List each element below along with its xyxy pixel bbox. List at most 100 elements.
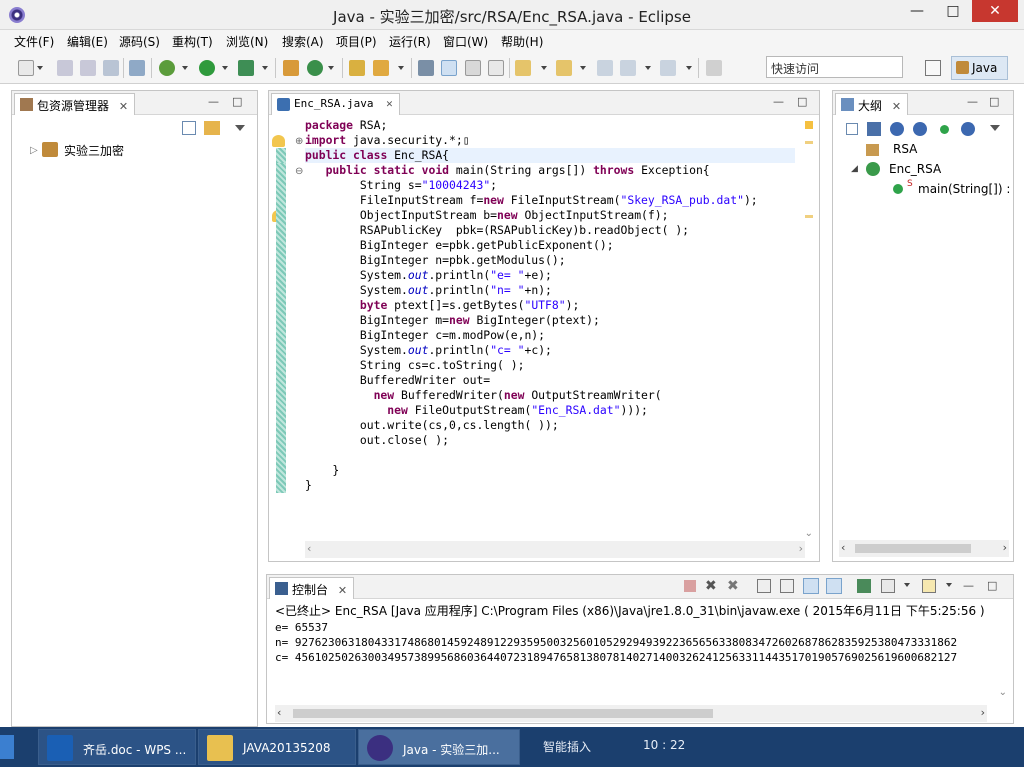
remove-launch-icon[interactable]: ✖ [705,578,717,594]
outline-class[interactable]: Enc_RSA [889,162,941,176]
last-edit-icon[interactable] [597,60,613,76]
start-button[interactable] [0,735,14,759]
taskbar-item-eclipse[interactable]: Java - 实验三加... [358,729,520,765]
terminate-icon[interactable] [684,580,696,592]
chevron-down-icon[interactable] [946,583,952,587]
code-line[interactable]: public static void main(String args[]) t… [305,163,795,178]
print-icon[interactable] [103,60,119,76]
hide-non-public-icon[interactable] [940,125,949,134]
collapse-all-icon[interactable] [846,123,858,135]
menu-navigate[interactable]: 浏览(N) [226,33,268,50]
menu-refactor[interactable]: 重构(T) [172,33,213,50]
next-annotation-icon[interactable] [515,60,531,76]
taskbar-item-folder[interactable]: JAVA20135208 [198,729,356,765]
fold-expand-icon[interactable]: ⊕ [295,136,303,147]
scroll-lock-icon[interactable] [780,579,794,593]
maximize-button[interactable]: □ [936,0,970,22]
code-line[interactable]: FileInputStream f=new FileInputStream("S… [305,193,795,208]
pin-editor-icon[interactable] [706,60,722,76]
back-icon[interactable] [620,60,636,76]
code-line[interactable]: String s="10004243"; [305,178,795,193]
hide-fields-icon[interactable] [890,122,904,136]
toggle-mark-occurrences-icon[interactable] [418,60,434,76]
clear-console-icon[interactable] [757,579,771,593]
code-line[interactable]: System.out.println("n= "+n); [305,283,795,298]
code-line[interactable]: import java.security.*;▯ [305,133,795,148]
hide-local-types-icon[interactable] [961,122,975,136]
code-line[interactable]: } [305,463,795,478]
display-console-icon[interactable] [881,579,895,593]
code-line[interactable]: } [305,478,795,493]
maximize-view-button[interactable]: □ [797,95,807,108]
editor-horizontal-scrollbar[interactable]: ‹ › [305,541,805,558]
sort-icon[interactable] [867,122,881,136]
warning-icon[interactable] [272,135,285,147]
new-java-package-icon[interactable] [283,60,299,76]
code-line[interactable]: BufferedWriter out= [305,373,795,388]
code-area[interactable]: package RSA; import java.security.*;▯ publ… [305,118,795,533]
code-line[interactable]: System.out.println("e= "+e); [305,268,795,283]
code-line[interactable]: ObjectInputStream b=new ObjectInputStrea… [305,208,795,223]
expand-arrow-icon[interactable]: ◢ [851,164,858,174]
show-stdout-icon[interactable] [803,578,819,594]
save-icon[interactable] [57,60,73,76]
menu-file[interactable]: 文件(F) [14,33,54,50]
code-line[interactable]: package RSA; [305,118,795,133]
minimize-view-button[interactable]: — [773,95,784,108]
block-selection-icon[interactable] [465,60,481,76]
menu-run[interactable]: 运行(R) [389,33,431,50]
tab-package-explorer[interactable]: 包资源管理器 ✕ [14,93,136,115]
code-line[interactable]: BigInteger c=m.modPow(e,n); [305,328,795,343]
tab-enc-rsa-java[interactable]: Enc_RSA.java ✕ [271,93,400,115]
tab-console[interactable]: 控制台 ✕ [269,577,355,599]
menu-help[interactable]: 帮助(H) [501,33,543,50]
run-icon[interactable] [199,60,215,76]
warning-overview-marker[interactable] [805,121,813,129]
code-line[interactable]: public class Enc_RSA{ [305,148,795,163]
code-line[interactable]: RSAPublicKey pbk=(RSAPublicKey)b.readObj… [305,223,795,238]
scroll-down-arrow-icon[interactable]: ⌄ [805,528,813,539]
menu-edit[interactable]: 编辑(E) [67,33,108,50]
code-line[interactable]: BigInteger n=pbk.getModulus(); [305,253,795,268]
close-icon[interactable]: ✕ [386,97,393,110]
code-line[interactable]: out.write(cs,0,cs.length( )); [305,418,795,433]
chevron-down-icon[interactable] [37,66,43,70]
code-line[interactable]: BigInteger m=new BigInteger(ptext); [305,313,795,328]
chevron-down-icon[interactable] [398,66,404,70]
chevron-down-icon[interactable] [580,66,586,70]
forward-icon[interactable] [660,60,676,76]
menu-window[interactable]: 窗口(W) [443,33,488,50]
outline-horizontal-scrollbar[interactable]: ‹ › [839,540,1009,557]
maximize-view-button[interactable]: □ [987,579,997,592]
run-external-tools-icon[interactable] [238,60,254,76]
minimize-view-button[interactable]: — [208,95,219,108]
view-menu-icon[interactable] [235,125,245,131]
new-icon[interactable] [18,60,34,76]
remove-all-launches-icon[interactable]: ✖ [727,578,739,594]
code-line[interactable]: byte ptext[]=s.getBytes("UTF8"); [305,298,795,313]
project-tree-item[interactable]: 实验三加密 [64,142,124,159]
console-output[interactable]: e= 65537 n= 92762306318043317486801459248… [275,620,987,665]
quick-access-input[interactable]: 快速访问 [766,56,903,78]
console-horizontal-scrollbar[interactable]: ‹ › [275,705,987,722]
menu-project[interactable]: 项目(P) [336,33,377,50]
code-line[interactable]: BigInteger e=pbk.getPublicExponent(); [305,238,795,253]
collapse-all-icon[interactable] [182,121,196,135]
code-line[interactable]: new FileOutputStream("Enc_RSA.dat"))); [305,403,795,418]
minimize-view-button[interactable]: — [967,95,978,108]
fold-collapse-icon[interactable]: ⊖ [295,166,303,177]
chevron-down-icon[interactable] [541,66,547,70]
menu-source[interactable]: 源码(S) [119,33,160,50]
chevron-down-icon[interactable] [686,66,692,70]
show-whitespace-icon[interactable] [488,60,504,76]
maximize-view-button[interactable]: □ [989,95,999,108]
skip-breakpoints-icon[interactable] [129,60,145,76]
menu-search[interactable]: 搜索(A) [282,33,324,50]
maximize-view-button[interactable]: □ [232,95,242,108]
chevron-down-icon[interactable] [262,66,268,70]
taskbar-item-wps[interactable]: 齐岳.doc - WPS ... [38,729,196,765]
code-line[interactable]: out.close( ); [305,433,795,448]
outline-package[interactable]: RSA [893,142,917,156]
scroll-down-arrow-icon[interactable]: ⌄ [999,687,1007,698]
show-stderr-icon[interactable] [826,578,842,594]
